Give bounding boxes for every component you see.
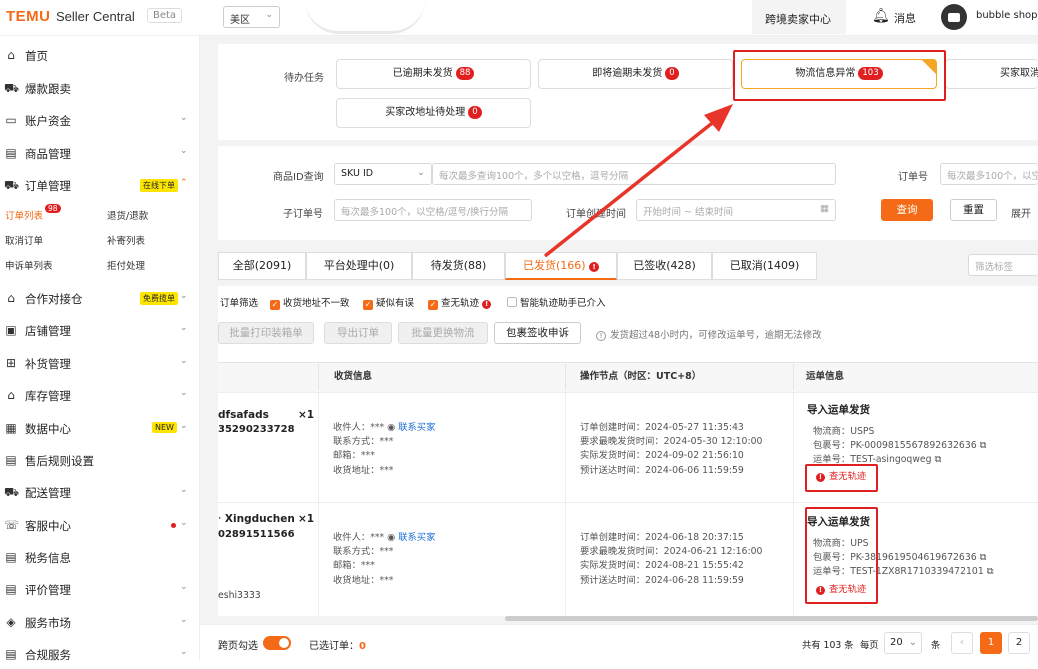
annotation-arrow-icon <box>543 104 733 258</box>
